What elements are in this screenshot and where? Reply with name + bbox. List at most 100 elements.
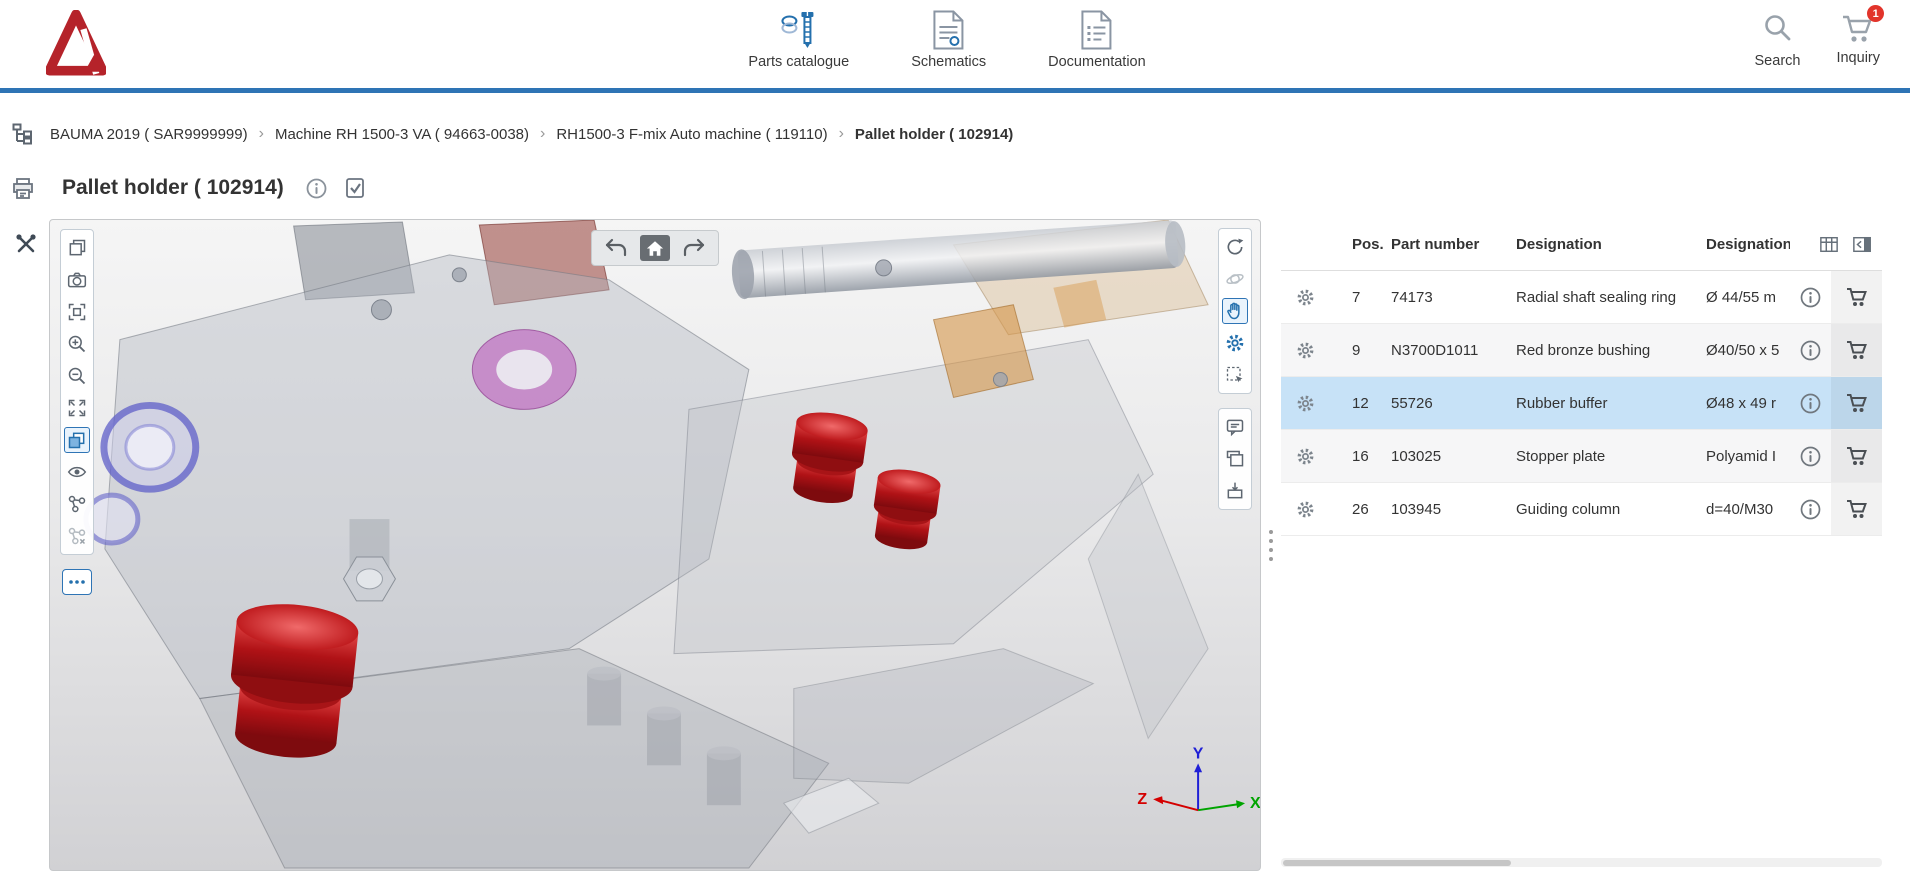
parts-table-row[interactable]: 26 103945 Guiding column d=40/M30 [1281, 483, 1882, 536]
title-row: Pallet holder ( 102914) [12, 170, 365, 206]
home-view-button[interactable] [640, 235, 670, 261]
row-add-to-cart-icon[interactable] [1846, 446, 1868, 466]
cad-model-rendering[interactable]: Y X Z [50, 220, 1260, 870]
select-area-icon[interactable] [1222, 362, 1248, 388]
duplicate-view-icon[interactable] [1222, 446, 1248, 472]
header-part-number[interactable]: Part number [1391, 236, 1516, 253]
parts-table-row[interactable]: 16 103025 Stopper plate Polyamid I [1281, 430, 1882, 483]
orbit-icon[interactable] [1222, 266, 1248, 292]
viewer-toolbar-left [60, 229, 94, 595]
breadcrumb-item-assembly[interactable]: RH1500-3 F-mix Auto machine ( 119110) [556, 126, 827, 143]
row-gear-cell [1281, 377, 1330, 429]
accent-line [0, 88, 1910, 93]
structure-tree-icon[interactable] [12, 123, 34, 145]
row-part-number: 103945 [1391, 483, 1516, 535]
row-info-cell [1790, 271, 1831, 323]
row-settings-gear-icon[interactable] [1296, 447, 1315, 466]
tools-icon[interactable] [14, 232, 38, 256]
row-cart-cell [1831, 271, 1882, 323]
row-info-icon[interactable] [1800, 287, 1821, 308]
parts-table-row[interactable]: 7 74173 Radial shaft sealing ring Ø 44/5… [1281, 271, 1882, 324]
header-pos[interactable]: Pos. [1330, 236, 1391, 253]
inquiry-button[interactable]: 1 Inquiry [1836, 12, 1880, 69]
row-info-icon[interactable] [1800, 499, 1821, 520]
nav-parts-catalogue[interactable]: Parts catalogue [748, 8, 849, 70]
nav-documentation[interactable]: Documentation [1048, 8, 1146, 70]
rotate-gear-icon[interactable] [1222, 330, 1248, 356]
row-info-icon[interactable] [1800, 446, 1821, 467]
screw-icon [780, 8, 818, 50]
reset-view-icon[interactable] [1222, 234, 1248, 260]
row-settings-gear-icon[interactable] [1296, 394, 1315, 413]
row-part-number: 74173 [1391, 271, 1516, 323]
row-part-number: N3700D1011 [1391, 324, 1516, 376]
company-logo[interactable] [46, 10, 106, 76]
row-add-to-cart-icon[interactable] [1846, 340, 1868, 360]
screenshot-camera-icon[interactable] [64, 267, 90, 293]
row-gear-cell [1281, 324, 1330, 376]
row-cart-cell [1831, 324, 1882, 376]
info-icon[interactable] [306, 178, 327, 199]
fit-to-screen-icon[interactable] [64, 395, 90, 421]
row-add-to-cart-icon[interactable] [1846, 393, 1868, 413]
row-part-number: 103025 [1391, 430, 1516, 482]
print-icon[interactable] [12, 178, 34, 199]
parts-table-row[interactable]: 9 N3700D1011 Red bronze bushing Ø40/50 x… [1281, 324, 1882, 377]
redo-button[interactable] [680, 235, 708, 261]
zoom-window-icon[interactable] [64, 299, 90, 325]
row-add-to-cart-icon[interactable] [1846, 287, 1868, 307]
header-designation[interactable]: Designation [1516, 236, 1706, 253]
nav-label: Parts catalogue [748, 54, 849, 70]
viewer-3d[interactable]: Y X Z [49, 219, 1261, 871]
model-assembly [86, 220, 1208, 868]
header-right-actions: Search 1 Inquiry [1755, 12, 1880, 69]
panel-splitter[interactable] [1263, 219, 1278, 871]
annotation-icon[interactable] [1222, 414, 1248, 440]
explode-disabled-icon[interactable] [64, 523, 90, 549]
row-info-icon[interactable] [1800, 393, 1821, 414]
undo-button[interactable] [602, 235, 630, 261]
row-cart-cell [1831, 483, 1882, 535]
axis-label-x: X [1250, 795, 1260, 812]
breadcrumb-separator: › [839, 125, 844, 143]
breadcrumb-item-machine[interactable]: Machine RH 1500-3 VA ( 94663-0038) [275, 126, 529, 143]
row-settings-gear-icon[interactable] [1296, 500, 1315, 519]
row-gear-cell [1281, 430, 1330, 482]
row-info-icon[interactable] [1800, 340, 1821, 361]
row-add-to-cart-icon[interactable] [1846, 499, 1868, 519]
row-settings-gear-icon[interactable] [1296, 288, 1315, 307]
row-gear-cell [1281, 483, 1330, 535]
visibility-eye-icon[interactable] [64, 459, 90, 485]
row-gear-cell [1281, 271, 1330, 323]
row-info-cell [1790, 377, 1831, 429]
row-part-number: 55726 [1391, 377, 1516, 429]
zoom-in-icon[interactable] [64, 331, 90, 357]
transparency-layers-icon[interactable] [64, 427, 90, 453]
nav-schematics[interactable]: Schematics [911, 8, 986, 70]
explode-view-icon[interactable] [64, 491, 90, 517]
pan-hand-icon[interactable] [1222, 298, 1248, 324]
row-cart-cell [1831, 377, 1882, 429]
row-settings-gear-icon[interactable] [1296, 341, 1315, 360]
more-tools-button[interactable] [62, 569, 92, 595]
collapse-panel-icon[interactable] [1852, 235, 1872, 254]
zoom-out-icon[interactable] [64, 363, 90, 389]
row-info-cell [1790, 324, 1831, 376]
row-dimension: Ø 44/55 m [1706, 271, 1790, 323]
viewer-toolbar-top [591, 230, 719, 266]
table-view-icon[interactable] [1819, 235, 1839, 254]
compare-pages-icon[interactable] [64, 235, 90, 261]
select-parts-icon[interactable] [345, 177, 365, 199]
header-designation-2[interactable]: Designation [1706, 236, 1790, 253]
cart-icon: 1 [1841, 12, 1875, 44]
parts-table-row[interactable]: 12 55726 Rubber buffer Ø48 x 49 r [1281, 377, 1882, 430]
breadcrumb-item-project[interactable]: BAUMA 2019 ( SAR9999999) [50, 126, 248, 143]
horizontal-scrollbar[interactable] [1281, 858, 1882, 867]
search-button[interactable]: Search [1755, 12, 1801, 69]
export-view-icon[interactable] [1222, 478, 1248, 504]
scrollbar-thumb[interactable] [1283, 860, 1511, 866]
row-dimension: Ø48 x 49 r [1706, 377, 1790, 429]
row-pos: 12 [1330, 377, 1391, 429]
breadcrumb: BAUMA 2019 ( SAR9999999) › Machine RH 15… [50, 125, 1013, 143]
schematic-document-icon [932, 8, 966, 50]
